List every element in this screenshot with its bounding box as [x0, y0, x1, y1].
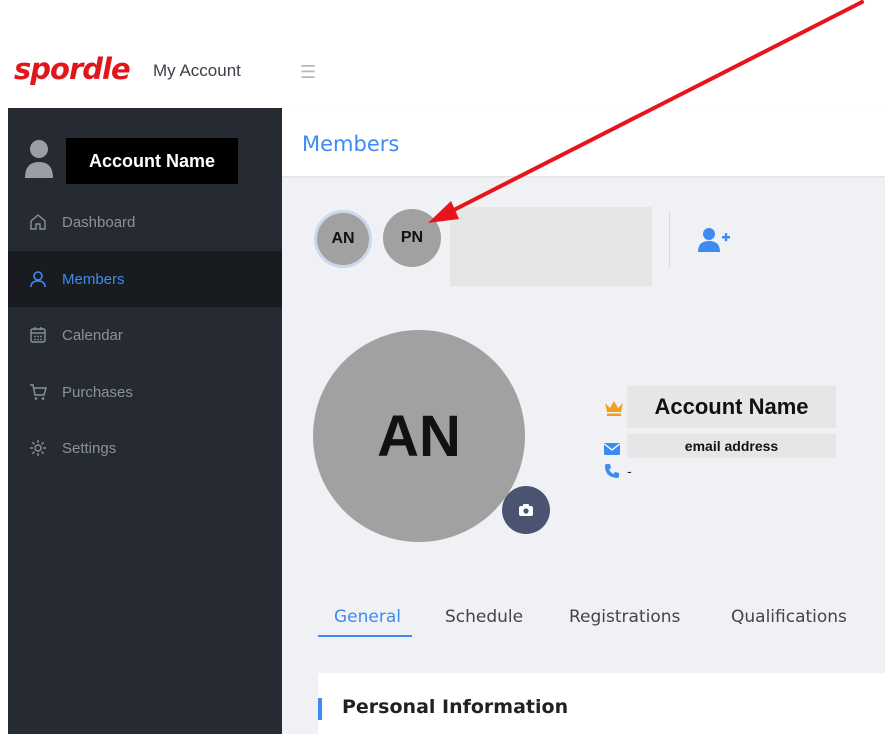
sidebar-item-calendar[interactable]: Calendar [8, 307, 282, 363]
profile-avatar: AN [313, 330, 525, 542]
gear-icon [28, 438, 48, 458]
app-title: My Account [153, 61, 241, 80]
calendar-icon [28, 325, 48, 345]
tab-schedule[interactable]: Schedule [445, 607, 523, 627]
section-accent [318, 698, 322, 720]
redacted-placeholder [450, 207, 652, 286]
sidebar-item-label: Calendar [62, 326, 123, 344]
page-title: Members [302, 132, 400, 156]
camera-icon [519, 504, 533, 516]
home-icon [28, 212, 48, 232]
top-header: spordle My Account ☰ [0, 0, 885, 108]
personal-information-card: Personal Information [318, 673, 885, 734]
tab-qualifications[interactable]: Qualifications [731, 607, 847, 627]
profile-phone: - [627, 463, 632, 479]
main-content: Members AN PN AN Account Name email addr… [282, 108, 885, 734]
section-title: Personal Information [342, 696, 569, 718]
phone-icon [605, 464, 619, 478]
spordle-logo[interactable]: spordle [14, 52, 131, 86]
sidebar-item-label: Dashboard [62, 213, 136, 231]
user-icon [28, 269, 48, 289]
sidebar-item-members[interactable]: Members [8, 251, 282, 307]
crown-icon [605, 401, 623, 416]
cart-icon [28, 382, 48, 402]
hamburger-icon[interactable]: ☰ [300, 62, 316, 83]
sidebar-item-label: Members [62, 270, 125, 288]
user-avatar-icon [25, 140, 53, 178]
sidebar: Account Name Dashboard Members Calendar … [8, 108, 282, 734]
sidebar-item-label: Purchases [62, 383, 133, 401]
member-chip-an[interactable]: AN [314, 210, 372, 268]
sidebar-item-purchases[interactable]: Purchases [8, 364, 282, 420]
profile-email: email address [627, 434, 836, 458]
camera-button[interactable] [502, 486, 550, 534]
profile-name: Account Name [627, 386, 836, 428]
member-chip-pn[interactable]: PN [383, 209, 441, 267]
tab-registrations[interactable]: Registrations [569, 607, 680, 627]
sidebar-item-dashboard[interactable]: Dashboard [8, 194, 282, 250]
active-tab-indicator [318, 635, 412, 637]
mail-icon [604, 443, 620, 455]
page-header: Members [282, 108, 885, 176]
sidebar-item-label: Settings [62, 439, 117, 457]
account-name: Account Name [66, 138, 238, 184]
sidebar-item-settings[interactable]: Settings [8, 420, 282, 476]
add-user-icon[interactable] [696, 226, 732, 254]
divider [669, 211, 670, 267]
tab-general[interactable]: General [334, 607, 401, 627]
